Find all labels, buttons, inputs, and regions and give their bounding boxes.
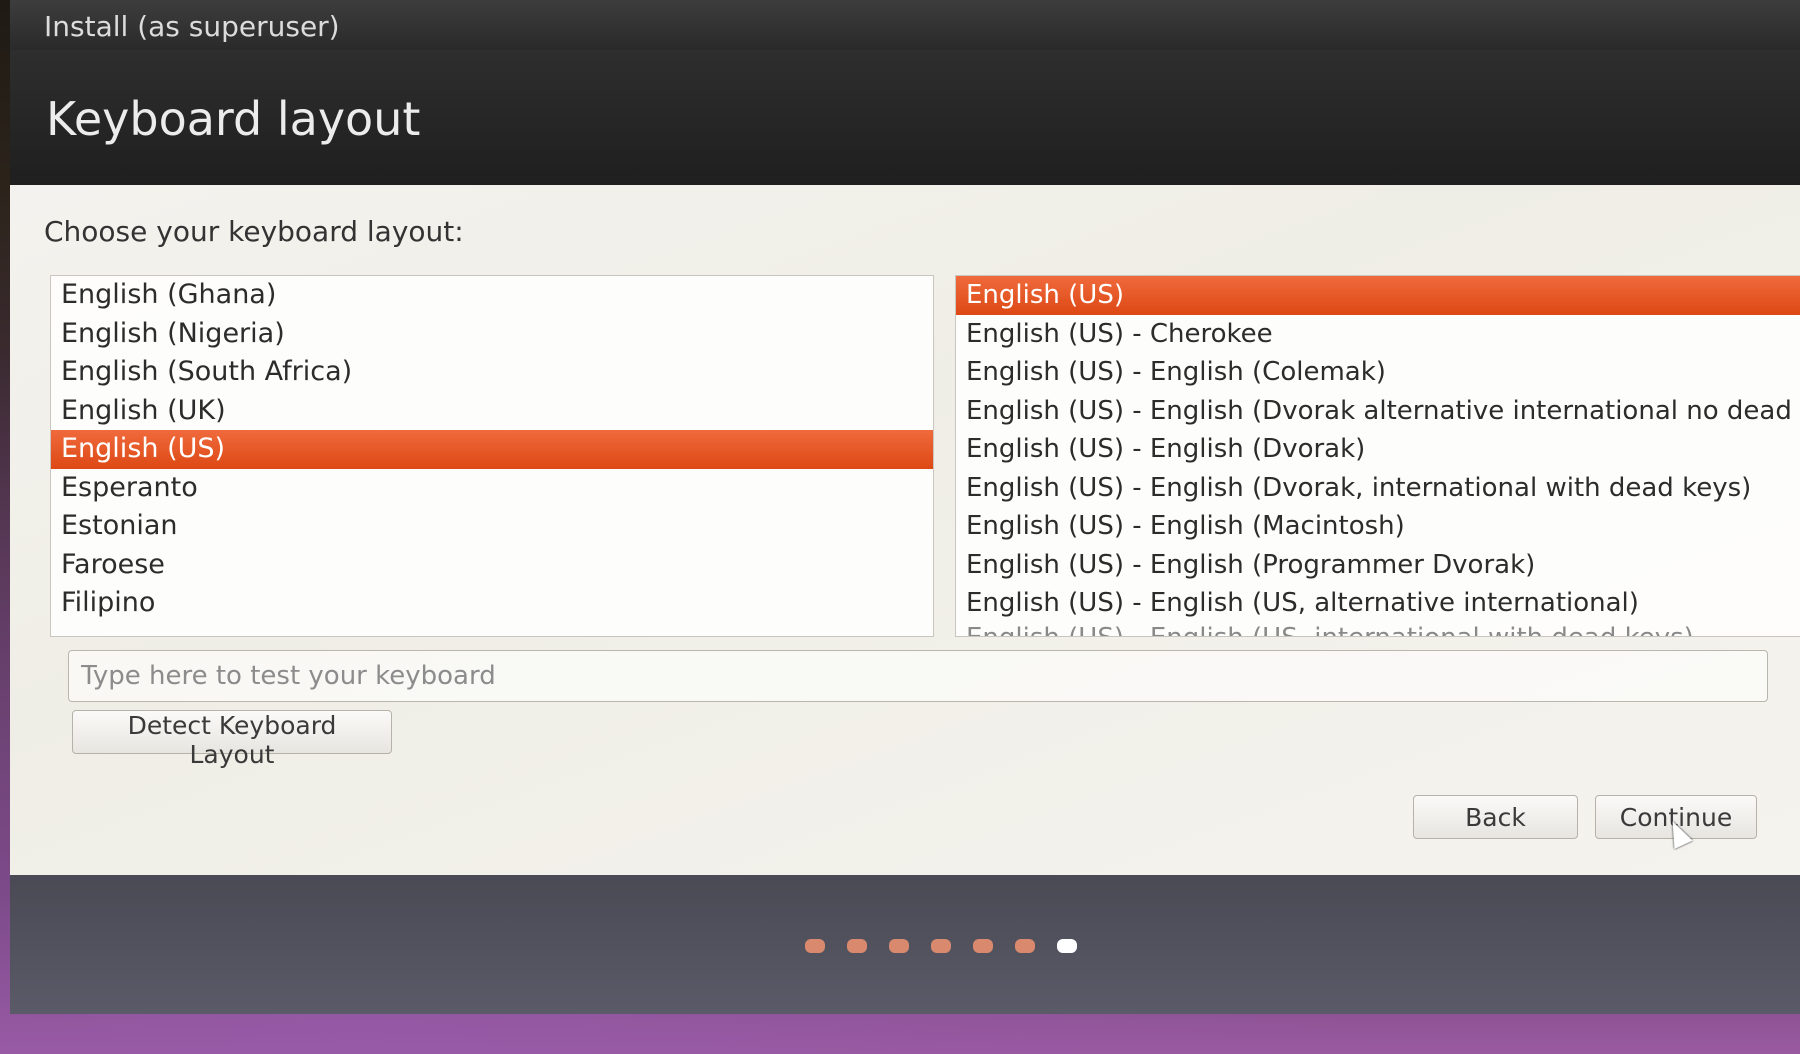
layout-list-item[interactable]: Filipino <box>51 584 933 623</box>
variant-list-item[interactable]: English (US) - English (Programmer Dvora… <box>956 546 1800 585</box>
back-button[interactable]: Back <box>1413 795 1578 839</box>
content-panel: Choose your keyboard layout: English (Gh… <box>10 185 1800 875</box>
progress-dot <box>847 939 867 953</box>
variant-list-item[interactable]: English (US) - English (Dvorak, internat… <box>956 469 1800 508</box>
layout-list-item[interactable]: Faroese <box>51 546 933 585</box>
progress-dot <box>805 939 825 953</box>
progress-indicator <box>805 939 1077 953</box>
layout-list[interactable]: English (Ghana) English (Nigeria) Englis… <box>50 275 934 637</box>
progress-dot-current <box>1057 939 1077 953</box>
variant-list-item[interactable]: English (US) - English (Dvorak alternati… <box>956 392 1800 431</box>
variant-list[interactable]: English (US) English (US) - Cherokee Eng… <box>955 275 1800 637</box>
progress-dot <box>931 939 951 953</box>
variant-list-item[interactable]: English (US) - English (Colemak) <box>956 353 1800 392</box>
page-title: Keyboard layout <box>46 92 421 146</box>
progress-dot <box>889 939 909 953</box>
variant-list-item[interactable]: English (US) - English (Macintosh) <box>956 507 1800 546</box>
keyboard-test-input[interactable] <box>68 650 1768 702</box>
variant-list-item-selected[interactable]: English (US) <box>956 276 1800 315</box>
layout-list-item[interactable]: Estonian <box>51 507 933 546</box>
variant-list-item[interactable]: English (US) - English (US, internationa… <box>956 623 1800 637</box>
variant-list-item[interactable]: English (US) - English (US, alternative … <box>956 584 1800 623</box>
page-header: Keyboard layout <box>10 50 1800 185</box>
layout-list-item[interactable]: English (South Africa) <box>51 353 933 392</box>
variant-list-item[interactable]: English (US) - Cherokee <box>956 315 1800 354</box>
installer-window: Install (as superuser) Keyboard layout C… <box>10 0 1800 1014</box>
layout-list-item[interactable]: Esperanto <box>51 469 933 508</box>
layout-list-item[interactable]: English (UK) <box>51 392 933 431</box>
detect-keyboard-layout-button[interactable]: Detect Keyboard Layout <box>72 710 392 769</box>
layout-list-item[interactable]: English (Nigeria) <box>51 315 933 354</box>
progress-dot <box>973 939 993 953</box>
window-title: Install (as superuser) <box>44 10 340 43</box>
variant-list-item[interactable]: English (US) - English (Dvorak) <box>956 430 1800 469</box>
title-bar[interactable]: Install (as superuser) <box>10 0 1800 50</box>
layout-list-item-selected[interactable]: English (US) <box>51 430 933 469</box>
progress-footer <box>10 875 1800 1014</box>
layout-list-item[interactable]: English (Ghana) <box>51 276 933 315</box>
progress-dot <box>1015 939 1035 953</box>
choose-layout-label: Choose your keyboard layout: <box>44 215 464 248</box>
